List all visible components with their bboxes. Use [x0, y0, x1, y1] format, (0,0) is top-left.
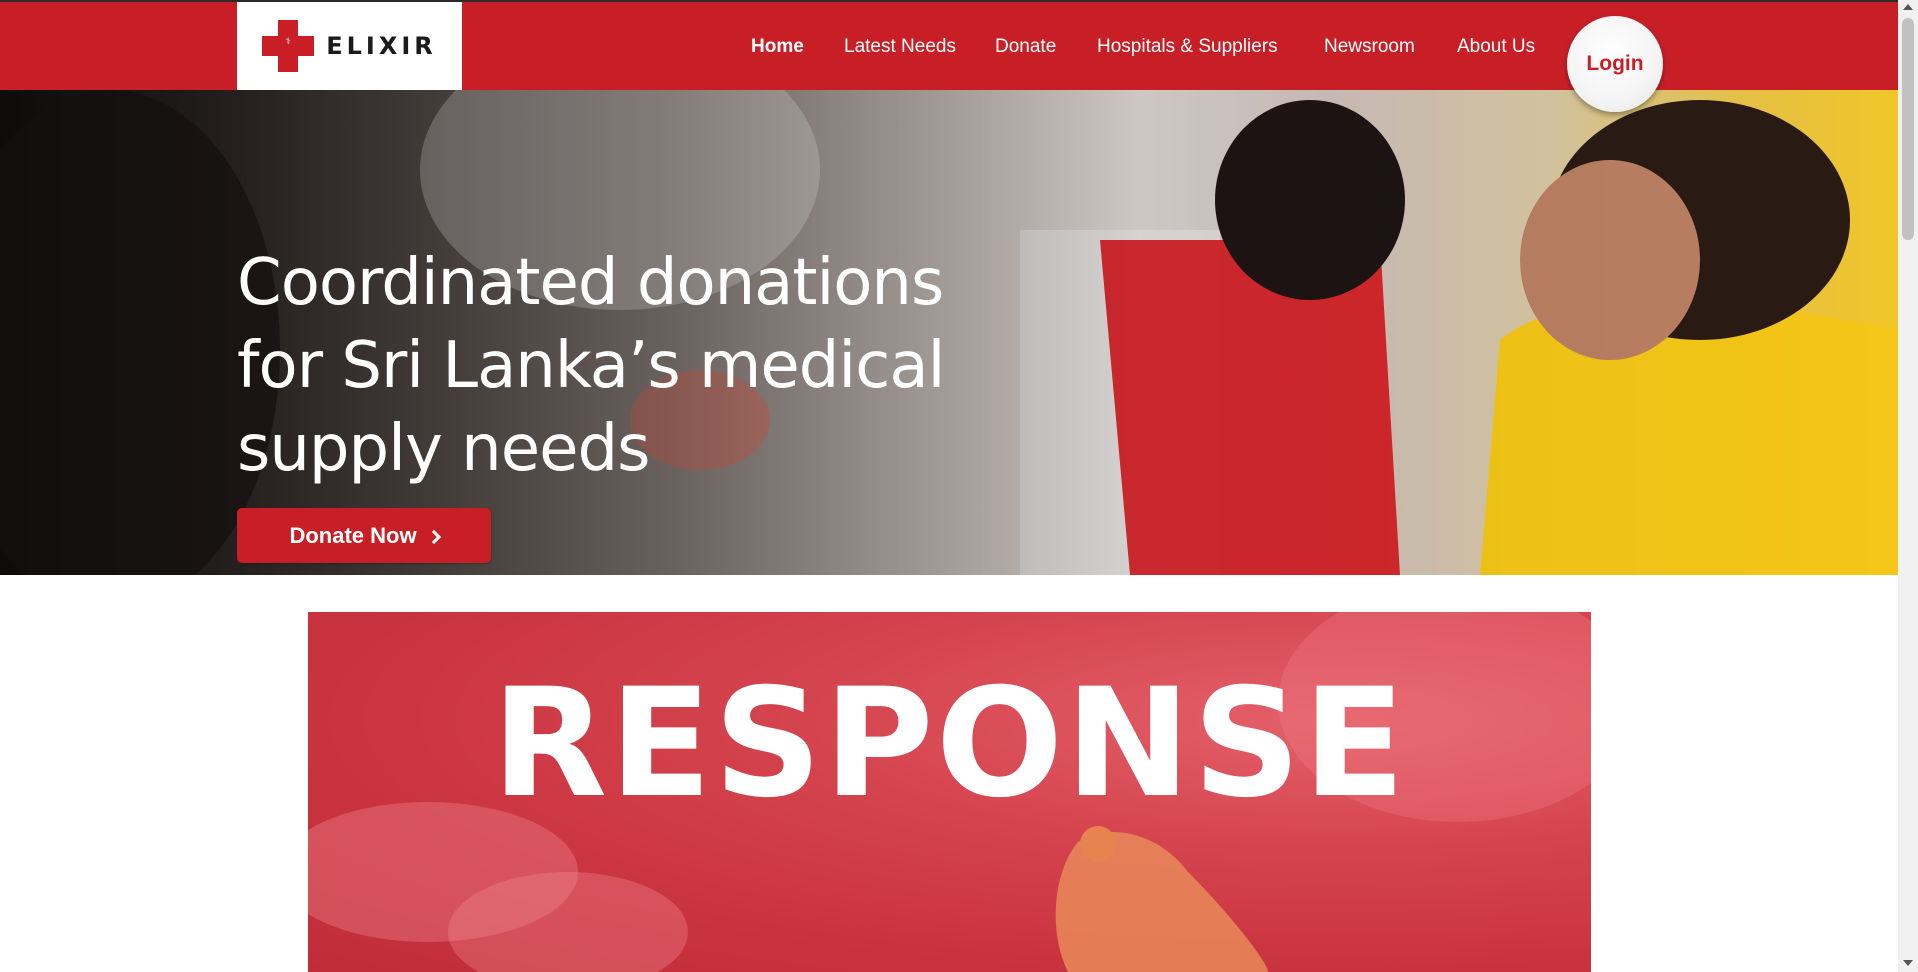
banner-title: RESPONSE [491, 657, 1408, 831]
donate-now-button[interactable]: Donate Now [237, 508, 491, 563]
nav-donate[interactable]: Donate [995, 36, 1056, 58]
scroll-down-arrow-icon[interactable] [1903, 960, 1913, 966]
response-banner: RESPONSE [308, 612, 1591, 972]
scroll-thumb[interactable] [1902, 18, 1914, 240]
logo[interactable]: ⚕ ELIXIR [237, 2, 462, 90]
nav-hospitals-suppliers[interactable]: Hospitals & Suppliers [1097, 36, 1278, 58]
brand-name: ELIXIR [326, 32, 437, 60]
donate-now-label: Donate Now [289, 522, 417, 548]
nav-newsroom[interactable]: Newsroom [1324, 36, 1415, 58]
scroll-up-arrow-icon[interactable] [1903, 4, 1913, 10]
hero-section: Coordinated donations for Sri Lanka’s me… [0, 90, 1898, 575]
red-cross-icon: ⚕ [262, 20, 315, 72]
nav-home[interactable]: Home [751, 36, 804, 58]
nav-latest-needs[interactable]: Latest Needs [844, 36, 956, 58]
page-scrollbar[interactable] [1898, 0, 1918, 972]
hero-title: Coordinated donations for Sri Lanka’s me… [237, 246, 945, 486]
login-button[interactable]: Login [1567, 16, 1663, 112]
nav-about-us[interactable]: About Us [1457, 36, 1535, 58]
chevron-right-icon [426, 529, 441, 544]
